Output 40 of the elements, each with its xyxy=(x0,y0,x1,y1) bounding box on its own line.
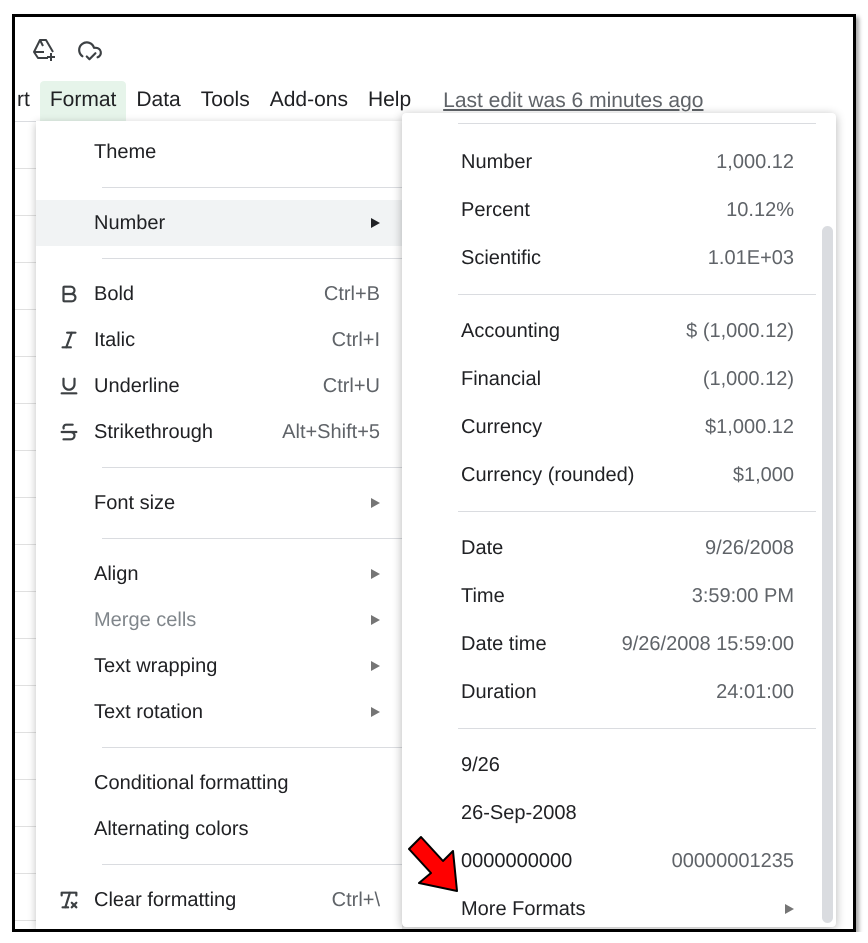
clear-formatting-icon xyxy=(58,889,80,911)
menu-item[interactable]: Currency $1,000.12 xyxy=(402,403,836,451)
underline-icon xyxy=(58,375,80,397)
menu-item[interactable]: Italic Ctrl+I xyxy=(36,317,402,363)
menu-item[interactable]: Currency (rounded) $1,000 xyxy=(402,451,836,499)
last-edit-link[interactable]: Last edit was 6 minutes ago xyxy=(443,89,704,113)
menu-bar-item[interactable]: Add-ons xyxy=(260,81,358,121)
menu-item[interactable]: Alternating colors xyxy=(36,806,402,852)
menu-item[interactable]: Date time 9/26/2008 15:59:00 xyxy=(402,620,836,668)
menu-item[interactable]: More Formats xyxy=(402,885,836,929)
scrollbar-thumb[interactable] xyxy=(822,226,833,923)
drive-add-icon[interactable] xyxy=(31,37,57,63)
menu-item[interactable]: Number xyxy=(36,200,402,246)
menu-item[interactable]: Text rotation xyxy=(36,689,402,735)
menu-item[interactable]: Text wrapping xyxy=(36,643,402,689)
menu-item[interactable]: Align xyxy=(36,551,402,597)
menu-item[interactable]: Clear formatting Ctrl+\ xyxy=(36,877,402,923)
menu-item[interactable]: Conditional formatting xyxy=(36,760,402,806)
menu-item[interactable]: Percent 10.12% xyxy=(402,186,836,234)
menu-item[interactable]: Strikethrough Alt+Shift+5 xyxy=(36,409,402,455)
menu-item[interactable]: Theme xyxy=(36,129,402,175)
menu-bar-item[interactable]: rt xyxy=(15,81,40,121)
menu-item[interactable]: Time 3:59:00 PM xyxy=(402,572,836,620)
menu-item[interactable]: 9/26 xyxy=(402,741,836,789)
menu-item[interactable]: 0000000000 00000001235 xyxy=(402,837,836,885)
menu-bar-item[interactable]: Data xyxy=(126,81,191,121)
menu-item[interactable]: Duration 24:01:00 xyxy=(402,668,836,716)
menu-bar-item[interactable]: Format xyxy=(40,81,126,121)
menu-item[interactable]: Bold Ctrl+B xyxy=(36,271,402,317)
strikethrough-icon xyxy=(58,421,80,443)
menu-bar-item[interactable]: Tools xyxy=(190,81,260,121)
menu-bar-item[interactable]: Help xyxy=(358,81,422,121)
menu-item[interactable]: 26-Sep-2008 xyxy=(402,789,836,837)
menu-item[interactable]: Accounting $ (1,000.12) xyxy=(402,307,836,355)
menu-item[interactable]: Financial (1,000.12) xyxy=(402,355,836,403)
menu-item[interactable]: Number 1,000.12 xyxy=(402,138,836,186)
menu-item[interactable]: Font size xyxy=(36,480,402,526)
menu-item[interactable]: Date 9/26/2008 xyxy=(402,524,836,572)
menu-item[interactable]: Underline Ctrl+U xyxy=(36,363,402,409)
menu-item[interactable]: Scientific 1.01E+03 xyxy=(402,234,836,282)
